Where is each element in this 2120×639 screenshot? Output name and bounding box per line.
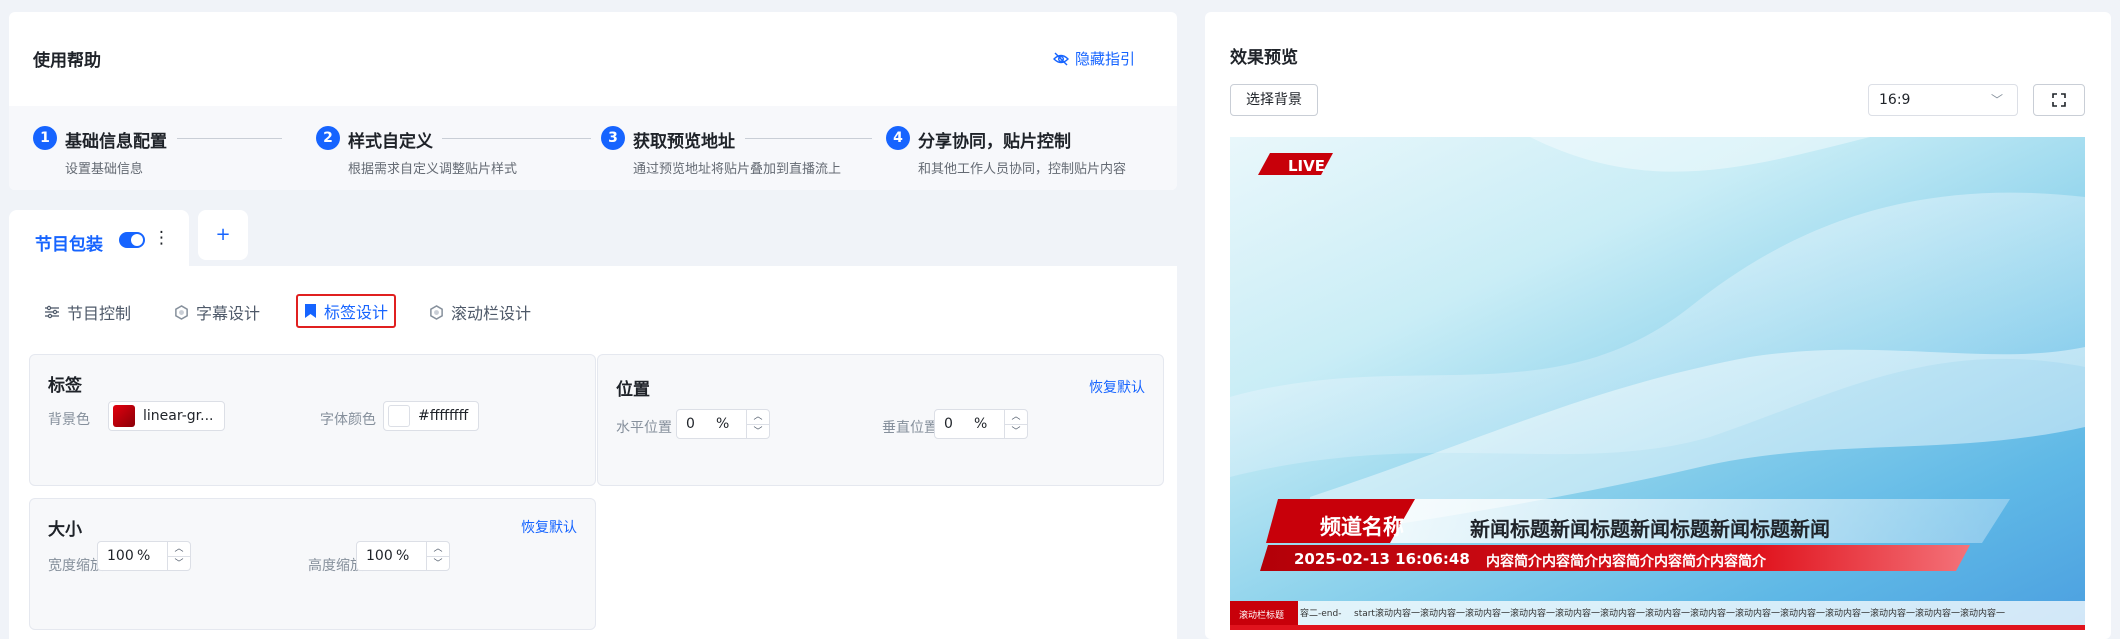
step-number: 3 [601, 126, 625, 150]
h-position-label: 水平位置 [616, 420, 672, 436]
ticker-label: 滚动栏标题 [1239, 611, 1285, 621]
unit-label: % [396, 548, 410, 564]
unit-label: % [137, 548, 151, 564]
width-scale-label: 宽度缩放 [48, 558, 104, 574]
unit-label: % [716, 416, 730, 432]
fullscreen-icon [2052, 93, 2066, 107]
stepper-up-icon[interactable]: ︿ [1005, 410, 1027, 425]
step-desc: 通过预览地址将贴片叠加到直播流上 [633, 162, 842, 177]
help-card: 使用帮助 隐藏指引 1 基础信息配置 设置基础信息 2 样式自定义 根据需求自定… [9, 12, 1177, 190]
step-title: 基础信息配置 [65, 132, 167, 152]
restore-default-button[interactable]: 恢复默认 [1089, 377, 1145, 397]
chevron-down-icon: ﹀ [1990, 93, 2003, 107]
tab-label-design[interactable]: 标签设计 [296, 294, 397, 328]
tab-program-control[interactable]: 节目控制 [44, 300, 131, 324]
hexagon-icon [175, 304, 188, 320]
v-position-value: 0 [944, 416, 953, 432]
headline: 新闻标题新闻标题新闻标题新闻标题新闻 [1470, 517, 1830, 541]
stepper[interactable]: ︿ ﹀ [746, 410, 769, 438]
bg-color-picker[interactable]: linear-gr... [108, 401, 225, 431]
tab-label: 滚动栏设计 [451, 304, 532, 323]
position-panel: 位置 恢复默认 水平位置 0 % ︿ ﹀ 垂直位置 0 % ︿ ﹀ [597, 354, 1164, 486]
design-panel: 节目控制 字幕设计 标签设计 滚动栏设计 标签 背景色 linear-gr...… [9, 266, 1177, 639]
live-badge: LIVE [1288, 157, 1325, 175]
width-scale-value: 100 [107, 548, 134, 564]
hexagon-icon [430, 304, 443, 320]
stepper-down-icon[interactable]: ﹀ [747, 425, 769, 439]
aspect-ratio-value: 16:9 [1879, 92, 1911, 108]
stepper-down-icon[interactable]: ﹀ [1005, 425, 1027, 439]
step-desc: 和其他工作人员协同，控制贴片内容 [918, 162, 1127, 177]
hide-guide-button[interactable]: 隐藏指引 [1052, 48, 1135, 69]
tab-program-package[interactable]: 节目包装 ⋮ [9, 210, 189, 266]
bg-color-label: 背景色 [48, 412, 90, 428]
tab-label: 节目控制 [67, 304, 132, 323]
step-desc: 设置基础信息 [65, 162, 144, 177]
stepper[interactable]: ︿ ﹀ [1004, 410, 1027, 438]
tab-label: 字幕设计 [196, 304, 261, 323]
bg-color-value: linear-gr... [143, 408, 214, 424]
step-title: 样式自定义 [348, 132, 433, 152]
height-scale-input[interactable]: 100 % ︿ ﹀ [356, 541, 450, 571]
preview-stage: LIVE 频道名称 新闻标题新闻标题新闻标题新闻标题新闻 2025-02-13 … [1230, 137, 2085, 630]
v-position-input[interactable]: 0 % ︿ ﹀ [934, 409, 1028, 439]
stepper-up-icon[interactable]: ︿ [747, 410, 769, 425]
panel-title: 位置 [616, 380, 650, 400]
h-position-value: 0 [686, 416, 695, 432]
font-color-label: 字体颜色 [320, 412, 376, 428]
steps-bar: 1 基础信息配置 设置基础信息 2 样式自定义 根据需求自定义调整贴片样式 3 … [9, 106, 1177, 190]
tab-label: 节目包装 [35, 235, 103, 255]
preview-title: 效果预览 [1230, 48, 1298, 68]
eye-off-icon [1052, 52, 1069, 65]
stepper-up-icon[interactable]: ︿ [427, 542, 449, 557]
step-number: 4 [886, 126, 910, 150]
tab-label: 标签设计 [324, 303, 389, 322]
color-swatch [388, 405, 410, 427]
label-style-panel: 标签 背景色 linear-gr... 字体颜色 #ffffffff [29, 354, 596, 486]
stepper-down-icon[interactable]: ﹀ [427, 557, 449, 571]
preview-card: 效果预览 选择背景 16:9 ﹀ LIVE 频道名称 新闻标题新闻标题新闻标题新… [1205, 12, 2111, 639]
more-vertical-icon[interactable]: ⋮ [153, 228, 170, 248]
stepper[interactable]: ︿ ﹀ [167, 542, 190, 570]
restore-default-button[interactable]: 恢复默认 [521, 517, 577, 537]
summary: 内容简介内容简介内容简介内容简介内容简介 [1486, 554, 1766, 570]
step-number: 2 [316, 126, 340, 150]
panel-title: 大小 [48, 520, 82, 540]
add-tab-button[interactable]: + [198, 210, 248, 260]
ticker-text: start滚动内容一滚动内容一滚动内容一滚动内容一滚动内容一滚动内容一滚动内容一… [1354, 609, 2005, 619]
font-color-value: #ffffffff [418, 408, 469, 424]
stepper[interactable]: ︿ ﹀ [426, 542, 449, 570]
height-scale-value: 100 [366, 548, 393, 564]
step-number: 1 [33, 126, 57, 150]
datetime: 2025-02-13 16:06:48 [1294, 550, 1470, 568]
width-scale-input[interactable]: 100 % ︿ ﹀ [97, 541, 191, 571]
h-position-input[interactable]: 0 % ︿ ﹀ [676, 409, 770, 439]
fullscreen-button[interactable] [2033, 84, 2085, 116]
unit-label: % [974, 416, 988, 432]
stepper-down-icon[interactable]: ﹀ [168, 557, 190, 571]
select-background-button[interactable]: 选择背景 [1230, 84, 1318, 116]
tab-subtitle-design[interactable]: 字幕设计 [174, 300, 260, 324]
panel-title: 标签 [48, 376, 82, 396]
channel-name: 频道名称 [1320, 515, 1404, 539]
bookmark-icon [305, 304, 316, 318]
tab-ticker-design[interactable]: 滚动栏设计 [429, 300, 531, 324]
ticker-prefix: 容二-end- [1300, 609, 1342, 619]
size-panel: 大小 恢复默认 宽度缩放 100 % ︿ ﹀ 高度缩放 100 % ︿ ﹀ [29, 498, 596, 630]
step-connector [177, 138, 282, 139]
v-position-label: 垂直位置 [882, 420, 938, 436]
color-swatch [113, 405, 135, 427]
aspect-ratio-select[interactable]: 16:9 ﹀ [1868, 84, 2018, 116]
step-connector [442, 138, 591, 139]
help-title: 使用帮助 [33, 51, 101, 71]
step-connector [745, 138, 872, 139]
sliders-icon [45, 305, 59, 319]
step-title: 获取预览地址 [633, 132, 735, 152]
program-toggle[interactable] [119, 232, 145, 248]
font-color-picker[interactable]: #ffffffff [383, 401, 479, 431]
hide-guide-label: 隐藏指引 [1074, 50, 1135, 68]
step-desc: 根据需求自定义调整贴片样式 [348, 162, 518, 177]
step-title: 分享协同，贴片控制 [918, 132, 1071, 152]
stepper-up-icon[interactable]: ︿ [168, 542, 190, 557]
